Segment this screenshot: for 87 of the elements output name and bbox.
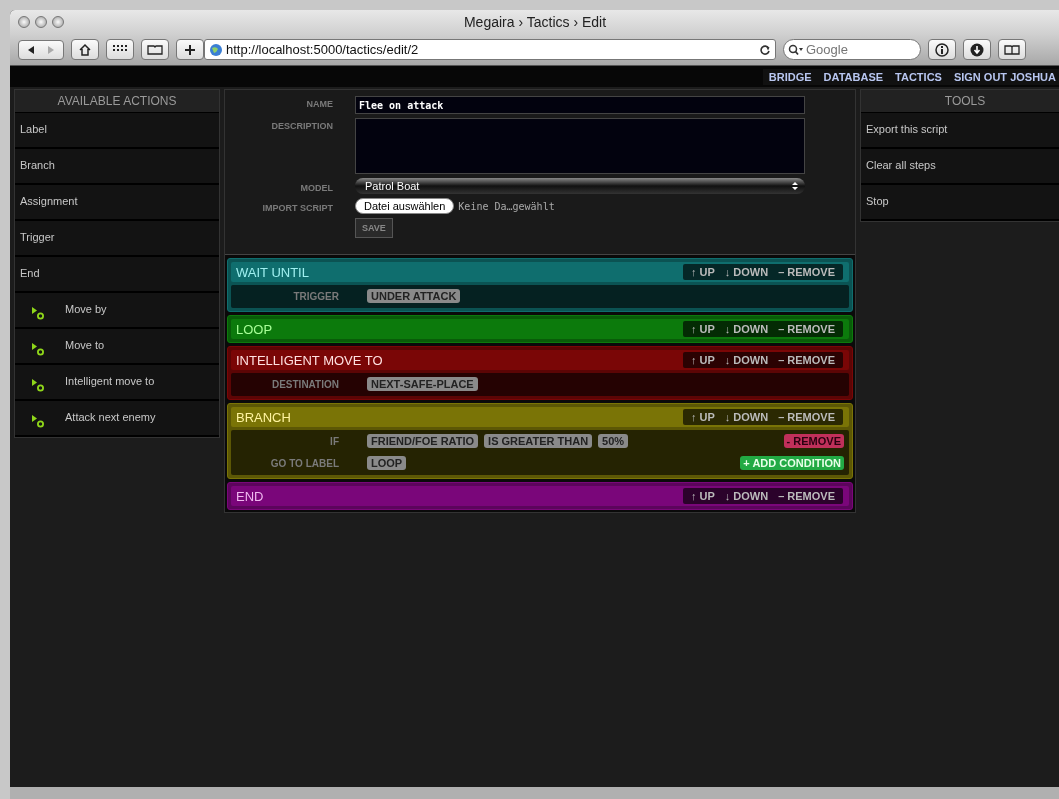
globe-icon	[209, 42, 223, 57]
home-button[interactable]	[71, 39, 99, 60]
param-token[interactable]: UNDER ATTACK	[367, 289, 461, 303]
param-token[interactable]: 50%	[598, 434, 629, 448]
down-link[interactable]: ↓ DOWN	[724, 411, 769, 423]
up-link[interactable]: ↑ UP	[690, 354, 715, 366]
param-token[interactable]: FRIEND/FOE RATIO	[367, 434, 479, 448]
step-title: INTELLIGENT MOVE TO	[236, 352, 383, 368]
param-label: DESTINATION	[270, 378, 339, 390]
play-gear-icon	[31, 306, 45, 320]
search-box[interactable]: Google	[783, 39, 921, 60]
reload-icon[interactable]	[759, 43, 771, 56]
action-item[interactable]: Branch	[15, 149, 219, 185]
search-field[interactable]: Google	[804, 41, 908, 58]
home-icon	[78, 42, 92, 57]
up-link[interactable]: ↑ UP	[690, 266, 715, 278]
description-field[interactable]	[355, 118, 805, 174]
field-label: NAME	[305, 98, 333, 109]
field-label: IMPORT SCRIPT	[261, 201, 333, 213]
stepper-icon	[791, 181, 799, 191]
step-title: END	[236, 488, 264, 504]
file-status: Keine Da…gewählt	[458, 200, 555, 212]
nav-link[interactable]: TACTICS	[889, 69, 948, 85]
field-label: MODEL	[299, 181, 333, 193]
download-icon	[970, 42, 984, 57]
plus-icon	[184, 43, 196, 56]
grid-button[interactable]	[106, 39, 134, 60]
tool-item[interactable]: Stop	[861, 185, 1059, 221]
panel-heading: AVAILABLE ACTIONS	[15, 90, 219, 113]
remove-link[interactable]: – REMOVE	[778, 490, 835, 502]
tool-item[interactable]: Clear all steps	[861, 149, 1059, 185]
info-icon	[935, 42, 949, 57]
script-action-item[interactable]: Move to	[15, 329, 219, 365]
param-label: TRIGGER	[292, 290, 339, 302]
save-button[interactable]: SAVE	[355, 218, 393, 238]
param-label: GO TO LABEL	[269, 457, 339, 469]
download-button[interactable]	[963, 39, 991, 60]
close-icon[interactable]	[18, 16, 30, 28]
choose-file-button[interactable]: Datei auswählen	[355, 198, 455, 214]
action-item[interactable]: Label	[15, 113, 219, 149]
param-token[interactable]: NEXT-SAFE-PLACE	[367, 377, 478, 391]
step-title: BRANCH	[236, 409, 291, 425]
param-token[interactable]: IS GREATER THAN	[484, 434, 593, 448]
play-gear-icon	[31, 342, 45, 356]
nav-link[interactable]: SIGN OUT JOSHUA	[947, 69, 1059, 85]
address-field[interactable]: http://localhost:5000/tactics/edit/2	[204, 39, 776, 60]
window-title: Megaira › Tactics › Edit	[463, 14, 607, 30]
down-link[interactable]: ↓ DOWN	[724, 354, 769, 366]
back-forward-control[interactable]	[18, 39, 64, 60]
script-action-item[interactable]: Attack next enemy	[15, 401, 219, 437]
bookmarks-button[interactable]	[141, 39, 169, 60]
remove-link[interactable]: – REMOVE	[778, 411, 835, 423]
remove-link[interactable]: – REMOVE	[778, 323, 835, 335]
info-button[interactable]	[928, 39, 956, 60]
tool-item[interactable]: Export this script	[861, 113, 1059, 149]
down-link[interactable]: ↓ DOWN	[724, 323, 769, 335]
script-action-item[interactable]: Move by	[15, 293, 219, 329]
play-gear-icon	[31, 378, 45, 392]
down-link[interactable]: ↓ DOWN	[724, 490, 769, 502]
remove-link[interactable]: – REMOVE	[778, 354, 835, 366]
down-link[interactable]: ↓ DOWN	[724, 266, 769, 278]
name-field[interactable]: Flee on attack	[355, 96, 805, 114]
reader-button[interactable]	[998, 39, 1026, 60]
step-title: LOOP	[236, 321, 273, 337]
play-gear-icon	[31, 414, 45, 428]
action-item[interactable]: End	[15, 257, 219, 293]
param-token[interactable]: LOOP	[367, 456, 407, 470]
search-icon	[788, 43, 804, 56]
up-link[interactable]: ↑ UP	[690, 323, 715, 335]
book-icon	[147, 43, 163, 56]
field-label: DESCRIPTION	[270, 120, 333, 131]
book-icon	[1004, 43, 1020, 56]
zoom-icon[interactable]	[52, 16, 64, 28]
up-link[interactable]: ↑ UP	[690, 411, 715, 423]
action-item[interactable]: Trigger	[15, 221, 219, 257]
add-button[interactable]	[176, 39, 204, 60]
nav-link[interactable]: DATABASE	[817, 69, 890, 85]
step-title: WAIT UNTIL	[236, 264, 309, 280]
param-label: IF	[329, 435, 339, 447]
action-item[interactable]: Assignment	[15, 185, 219, 221]
model-select[interactable]: Patrol Boat	[355, 178, 805, 194]
up-link[interactable]: ↑ UP	[690, 490, 715, 502]
panel-heading: TOOLS	[861, 90, 1059, 113]
remove-link[interactable]: – REMOVE	[778, 266, 835, 278]
nav-link[interactable]: BRIDGE	[762, 69, 818, 85]
minimize-icon[interactable]	[35, 16, 47, 28]
script-action-item[interactable]: Intelligent move to	[15, 365, 219, 401]
